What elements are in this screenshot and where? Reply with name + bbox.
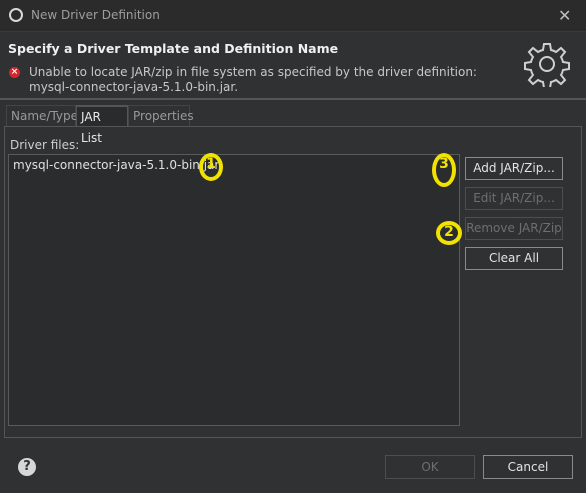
driver-files-list[interactable]: mysql-connector-java-5.1.0-bin.jar [8, 154, 460, 426]
error-icon: × [9, 67, 20, 78]
annotation-marker-3: 3 [432, 153, 456, 187]
tab-name-type[interactable]: Name/Type [6, 105, 78, 126]
annotation-marker-1: 1 [199, 153, 223, 181]
ok-button[interactable]: OK [385, 455, 475, 479]
gear-icon [524, 43, 570, 87]
header-separator [0, 98, 586, 100]
app-icon [9, 8, 23, 22]
title-bar: New Driver Definition ✕ [0, 0, 586, 32]
help-icon[interactable]: ? [18, 458, 36, 476]
annotation-marker-2: 2 [436, 221, 462, 245]
edit-jar-button[interactable]: Edit JAR/Zip... [465, 187, 563, 210]
remove-jar-button[interactable]: Remove JAR/Zip [465, 217, 563, 240]
tab-properties[interactable]: Properties [128, 105, 194, 126]
clear-all-button[interactable]: Clear All [465, 247, 563, 270]
page-title: Specify a Driver Template and Definition… [8, 41, 339, 56]
tab-jar-list[interactable]: JAR List [76, 105, 128, 145]
close-icon[interactable]: ✕ [558, 6, 571, 25]
driver-files-label: Driver files: [10, 138, 80, 152]
wizard-header: Specify a Driver Template and Definition… [0, 32, 586, 98]
window-title: New Driver Definition [31, 8, 160, 22]
list-item[interactable]: mysql-connector-java-5.1.0-bin.jar [13, 158, 219, 172]
add-jar-button[interactable]: Add JAR/Zip... [465, 157, 563, 180]
cancel-button[interactable]: Cancel [483, 455, 573, 479]
error-message: Unable to locate JAR/zip in file system … [29, 65, 477, 94]
